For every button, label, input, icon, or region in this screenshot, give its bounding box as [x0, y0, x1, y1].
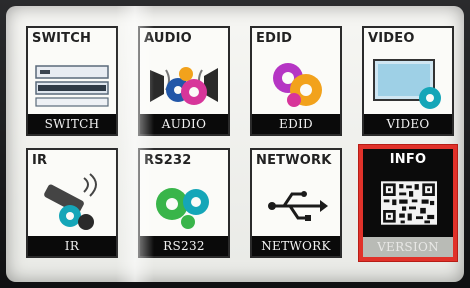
qr-code-icon: [381, 181, 437, 225]
edid-gears-icon: [273, 63, 322, 107]
tile-title-video: VIDEO: [368, 31, 415, 46]
tile-caption-video: VIDEO: [364, 114, 452, 134]
audio-gears-icon: [150, 67, 218, 105]
tile-caption-network: NETWORK: [252, 236, 340, 256]
tile-title-rs232: RS232: [144, 153, 192, 168]
tile-title-edid: EDID: [256, 31, 293, 46]
monitor-gear-icon: [373, 59, 441, 109]
ir-remote-gear-icon: [44, 173, 97, 230]
tile-caption-edid: EDID: [252, 114, 340, 134]
rs232-gears-icon: [156, 188, 209, 229]
menu-tile-network[interactable]: NETWORK NETWORK: [250, 148, 342, 258]
tile-caption-version: VERSION: [363, 237, 453, 257]
tile-caption-ir: IR: [28, 236, 116, 256]
menu-tile-rs232[interactable]: RS232 RS232: [138, 148, 230, 258]
menu-tile-ir[interactable]: IR IR: [26, 148, 118, 258]
lcd-screen: SWITCH SWITCH AUDIO AUDIO EDID EDID VIDE…: [6, 6, 464, 282]
tile-title-switch: SWITCH: [32, 31, 92, 46]
menu-tile-info[interactable]: INFO VERSION: [359, 145, 457, 261]
tile-title-ir: IR: [32, 153, 48, 168]
usb-network-icon: [268, 191, 328, 221]
tile-caption-rs232: RS232: [140, 236, 228, 256]
tile-title-network: NETWORK: [256, 153, 332, 168]
menu-tile-edid[interactable]: EDID EDID: [250, 26, 342, 136]
menu-tile-switch[interactable]: SWITCH SWITCH: [26, 26, 118, 136]
switch-icon: [35, 65, 109, 107]
tile-caption-audio: AUDIO: [140, 114, 228, 134]
menu-tile-video[interactable]: VIDEO VIDEO: [362, 26, 454, 136]
tile-title-info: INFO: [389, 152, 427, 167]
menu-tile-audio[interactable]: AUDIO AUDIO: [138, 26, 230, 136]
tile-title-audio: AUDIO: [144, 31, 192, 46]
tile-caption-switch: SWITCH: [28, 114, 116, 134]
